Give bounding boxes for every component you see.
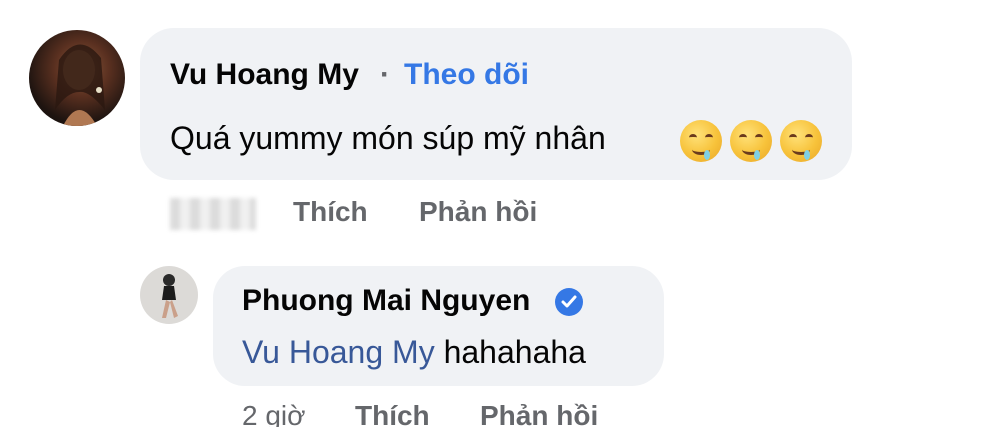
comment-timestamp-blurred (170, 198, 256, 230)
emoji-group (680, 120, 822, 162)
comment-author[interactable]: Vu Hoang My (170, 58, 359, 92)
reply-author[interactable]: Phuong Mai Nguyen (242, 284, 530, 318)
reply-button[interactable]: Phản hồi (480, 400, 598, 427)
separator-dot: · (380, 58, 390, 91)
drooling-face-icon (680, 120, 722, 162)
comment-thread: Vu Hoang My · Theo dõi Quá yummy món súp… (0, 0, 1000, 427)
drooling-face-icon (730, 120, 772, 162)
mention-link[interactable]: Vu Hoang My (242, 334, 435, 370)
avatar[interactable] (140, 266, 198, 324)
drooling-face-icon (780, 120, 822, 162)
reply-timestamp[interactable]: 2 giờ (242, 400, 306, 427)
reply-text: Vu Hoang My hahahaha (242, 334, 586, 371)
reply-text-body: hahahaha (443, 334, 586, 370)
comment-text: Quá yummy món súp mỹ nhân (170, 120, 606, 156)
like-button[interactable]: Thích (355, 400, 430, 427)
reply-button[interactable]: Phản hồi (419, 196, 537, 228)
verified-badge-icon (555, 288, 583, 316)
follow-button[interactable]: Theo dõi (404, 58, 529, 92)
like-button[interactable]: Thích (293, 196, 368, 228)
avatar[interactable] (29, 30, 125, 126)
